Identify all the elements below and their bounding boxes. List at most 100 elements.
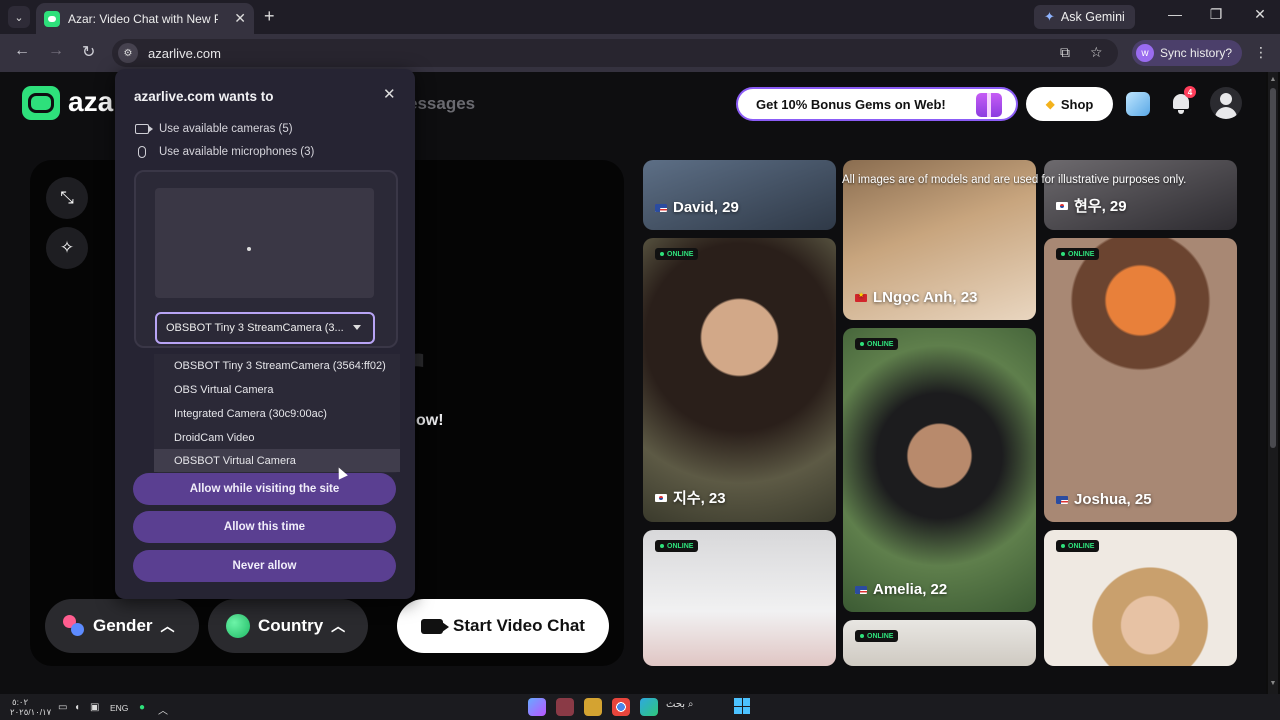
reload-icon[interactable]: ↻ bbox=[82, 42, 95, 62]
card-label: David, 29 bbox=[655, 199, 739, 216]
start-video-chat-button[interactable]: Start Video Chat bbox=[397, 599, 609, 653]
camera-option[interactable]: OBS Virtual Camera bbox=[154, 378, 400, 401]
allow-while-visiting-button[interactable]: Allow while visiting the site bbox=[133, 473, 396, 505]
ask-gemini-button[interactable]: ✦ Ask Gemini bbox=[1034, 5, 1135, 29]
minimize-window-icon[interactable]: ⤡ bbox=[46, 177, 88, 219]
disclaimer-text: All images are of models and are used fo… bbox=[842, 174, 1187, 186]
clock-date[interactable]: ٢٠٢٥/١٠/١٧ bbox=[10, 707, 51, 718]
sync-label: Sync history? bbox=[1160, 46, 1233, 60]
install-app-icon[interactable]: ⧉ bbox=[1060, 44, 1070, 61]
address-bar[interactable]: ⚙ azarlive.com ⧉ ☆ bbox=[112, 39, 1118, 67]
browser-tab-bar: ⌄ Azar: Video Chat with New Peop ✕ + ✦ A… bbox=[0, 0, 1280, 34]
never-allow-button[interactable]: Never allow bbox=[133, 550, 396, 582]
scroll-up-icon[interactable]: ▲ bbox=[1268, 76, 1278, 83]
profile-avatar-icon[interactable] bbox=[1210, 87, 1242, 119]
magic-wand-icon[interactable]: ✧ bbox=[46, 227, 88, 269]
window-close-icon[interactable]: ✕ bbox=[1245, 6, 1275, 23]
shop-label: Shop bbox=[1060, 96, 1094, 112]
windows-taskbar: ٥:٠٢ ٢٠٢٥/١٠/١٧ ▭ ◖ ▣ ENG ● ︿ بحث ⌕ bbox=[0, 694, 1280, 720]
chevron-down-icon bbox=[353, 325, 361, 330]
back-icon[interactable]: ← bbox=[14, 42, 30, 60]
card-label: 지수, 23 bbox=[655, 487, 726, 508]
close-icon[interactable]: ✕ bbox=[383, 85, 396, 103]
tab-search-icon[interactable]: ⌄ bbox=[8, 6, 30, 28]
bookmark-star-icon[interactable]: ☆ bbox=[1090, 44, 1103, 61]
azar-favicon-icon bbox=[44, 10, 60, 27]
camera-select[interactable]: OBSBOT Tiny 3 StreamCamera (3... bbox=[155, 312, 375, 344]
chevron-up-icon[interactable]: ︿ bbox=[158, 702, 168, 717]
gender-icon bbox=[63, 615, 85, 637]
camera-option[interactable]: OBSBOT Tiny 3 StreamCamera (3564:ff02) bbox=[154, 354, 400, 377]
online-badge: ONLINE bbox=[655, 248, 699, 260]
gender-filter-button[interactable]: Gender ︿ bbox=[45, 599, 199, 653]
promo-text: Get 10% Bonus Gems on Web! bbox=[756, 96, 946, 112]
new-tab-icon[interactable]: + bbox=[264, 6, 275, 27]
microphone-permission-text: Use available microphones (3) bbox=[159, 146, 315, 158]
windows-start-icon[interactable] bbox=[734, 698, 750, 714]
taskbar-search[interactable]: بحث ⌕ bbox=[666, 699, 693, 710]
microphone-permission-row: Use available microphones (3) bbox=[135, 146, 314, 158]
site-info-icon[interactable]: ⚙ bbox=[118, 43, 138, 63]
country-filter-button[interactable]: Country ︿ bbox=[208, 599, 368, 653]
camera-option[interactable]: Integrated Camera (30c9:00ac) bbox=[154, 402, 400, 425]
globe-icon bbox=[226, 614, 250, 638]
card-label: LNgọc Anh, 23 bbox=[855, 289, 977, 306]
chevron-up-icon: ︿ bbox=[331, 618, 346, 634]
shop-button[interactable]: ◆ Shop bbox=[1026, 87, 1113, 121]
profile-card[interactable]: ONLINE bbox=[843, 620, 1036, 666]
file-explorer-icon[interactable] bbox=[584, 698, 602, 716]
sync-history-button[interactable]: w Sync history? bbox=[1132, 40, 1243, 66]
profile-card[interactable]: David, 29 bbox=[643, 160, 836, 230]
more-menu-icon[interactable]: ⋮ bbox=[1254, 44, 1268, 61]
us-flag-icon bbox=[1056, 495, 1068, 504]
loading-spinner-icon bbox=[247, 247, 251, 251]
camera-dropdown-list: OBSBOT Tiny 3 StreamCamera (3564:ff02) O… bbox=[154, 354, 400, 473]
browser-toolbar: ← → ↻ ⚙ azarlive.com ⧉ ☆ w Sync history?… bbox=[0, 34, 1280, 72]
nav-messages-link[interactable]: essages bbox=[408, 94, 475, 114]
page-scrollbar[interactable]: ▲ ▼ bbox=[1268, 72, 1278, 694]
camera-option[interactable]: DroidCam Video bbox=[154, 426, 400, 449]
close-icon[interactable]: ✕ bbox=[234, 10, 246, 27]
video-camera-icon bbox=[421, 618, 450, 634]
allow-this-time-button[interactable]: Allow this time bbox=[133, 511, 396, 543]
profile-card[interactable]: 현우, 29 bbox=[1044, 160, 1237, 230]
profile-card[interactable]: ONLINE 지수, 23 bbox=[643, 238, 836, 522]
minimize-icon[interactable]: — bbox=[1160, 6, 1190, 22]
notification-badge: 4 bbox=[1184, 86, 1196, 98]
copilot-app-icon[interactable] bbox=[528, 698, 546, 716]
snipping-tool-icon[interactable] bbox=[556, 698, 574, 716]
profile-card[interactable]: ONLINE bbox=[643, 530, 836, 666]
gift-icon bbox=[976, 93, 1002, 117]
chrome-icon[interactable] bbox=[612, 698, 630, 716]
scroll-down-icon[interactable]: ▼ bbox=[1268, 680, 1278, 687]
card-label: Joshua, 25 bbox=[1056, 491, 1152, 508]
us-flag-icon bbox=[655, 203, 667, 212]
maximize-icon[interactable]: ❐ bbox=[1201, 6, 1231, 23]
profile-card[interactable]: ONLINE bbox=[1044, 530, 1237, 666]
network-icon[interactable]: ▣ bbox=[90, 702, 99, 713]
profile-card[interactable]: ONLINE Amelia, 22 bbox=[843, 328, 1036, 612]
language-indicator[interactable]: ENG bbox=[110, 703, 128, 713]
online-badge: ONLINE bbox=[1056, 248, 1100, 260]
logo-text[interactable]: aza bbox=[68, 86, 113, 118]
online-badge: ONLINE bbox=[655, 540, 699, 552]
azar-logo-icon[interactable] bbox=[22, 86, 60, 120]
start-label: Start Video Chat bbox=[453, 616, 585, 635]
camera-option[interactable]: OBSBOT Virtual Camera bbox=[154, 449, 400, 472]
profile-card[interactable]: ONLINE Joshua, 25 bbox=[1044, 238, 1237, 522]
browser-tab-active[interactable]: Azar: Video Chat with New Peop ✕ bbox=[36, 3, 254, 34]
bonus-gems-banner[interactable]: Get 10% Bonus Gems on Web! bbox=[736, 87, 1018, 121]
battery-icon[interactable]: ▭ bbox=[58, 702, 67, 713]
camera-permission-row: Use available cameras (5) bbox=[135, 123, 293, 135]
forward-icon[interactable]: → bbox=[48, 42, 64, 60]
gemini-icon: ✦ bbox=[1044, 9, 1055, 24]
gem-icon[interactable] bbox=[1126, 92, 1150, 116]
card-label: 현우, 29 bbox=[1056, 195, 1127, 216]
volume-icon[interactable]: ◖ bbox=[74, 702, 80, 713]
scroll-thumb[interactable] bbox=[1270, 88, 1276, 448]
edge-icon[interactable] bbox=[640, 698, 658, 716]
microphone-icon bbox=[138, 146, 146, 158]
panel-headline: ow! bbox=[416, 412, 444, 429]
diamond-icon: ◆ bbox=[1045, 97, 1055, 111]
microphone-icon[interactable]: ● bbox=[139, 702, 145, 713]
